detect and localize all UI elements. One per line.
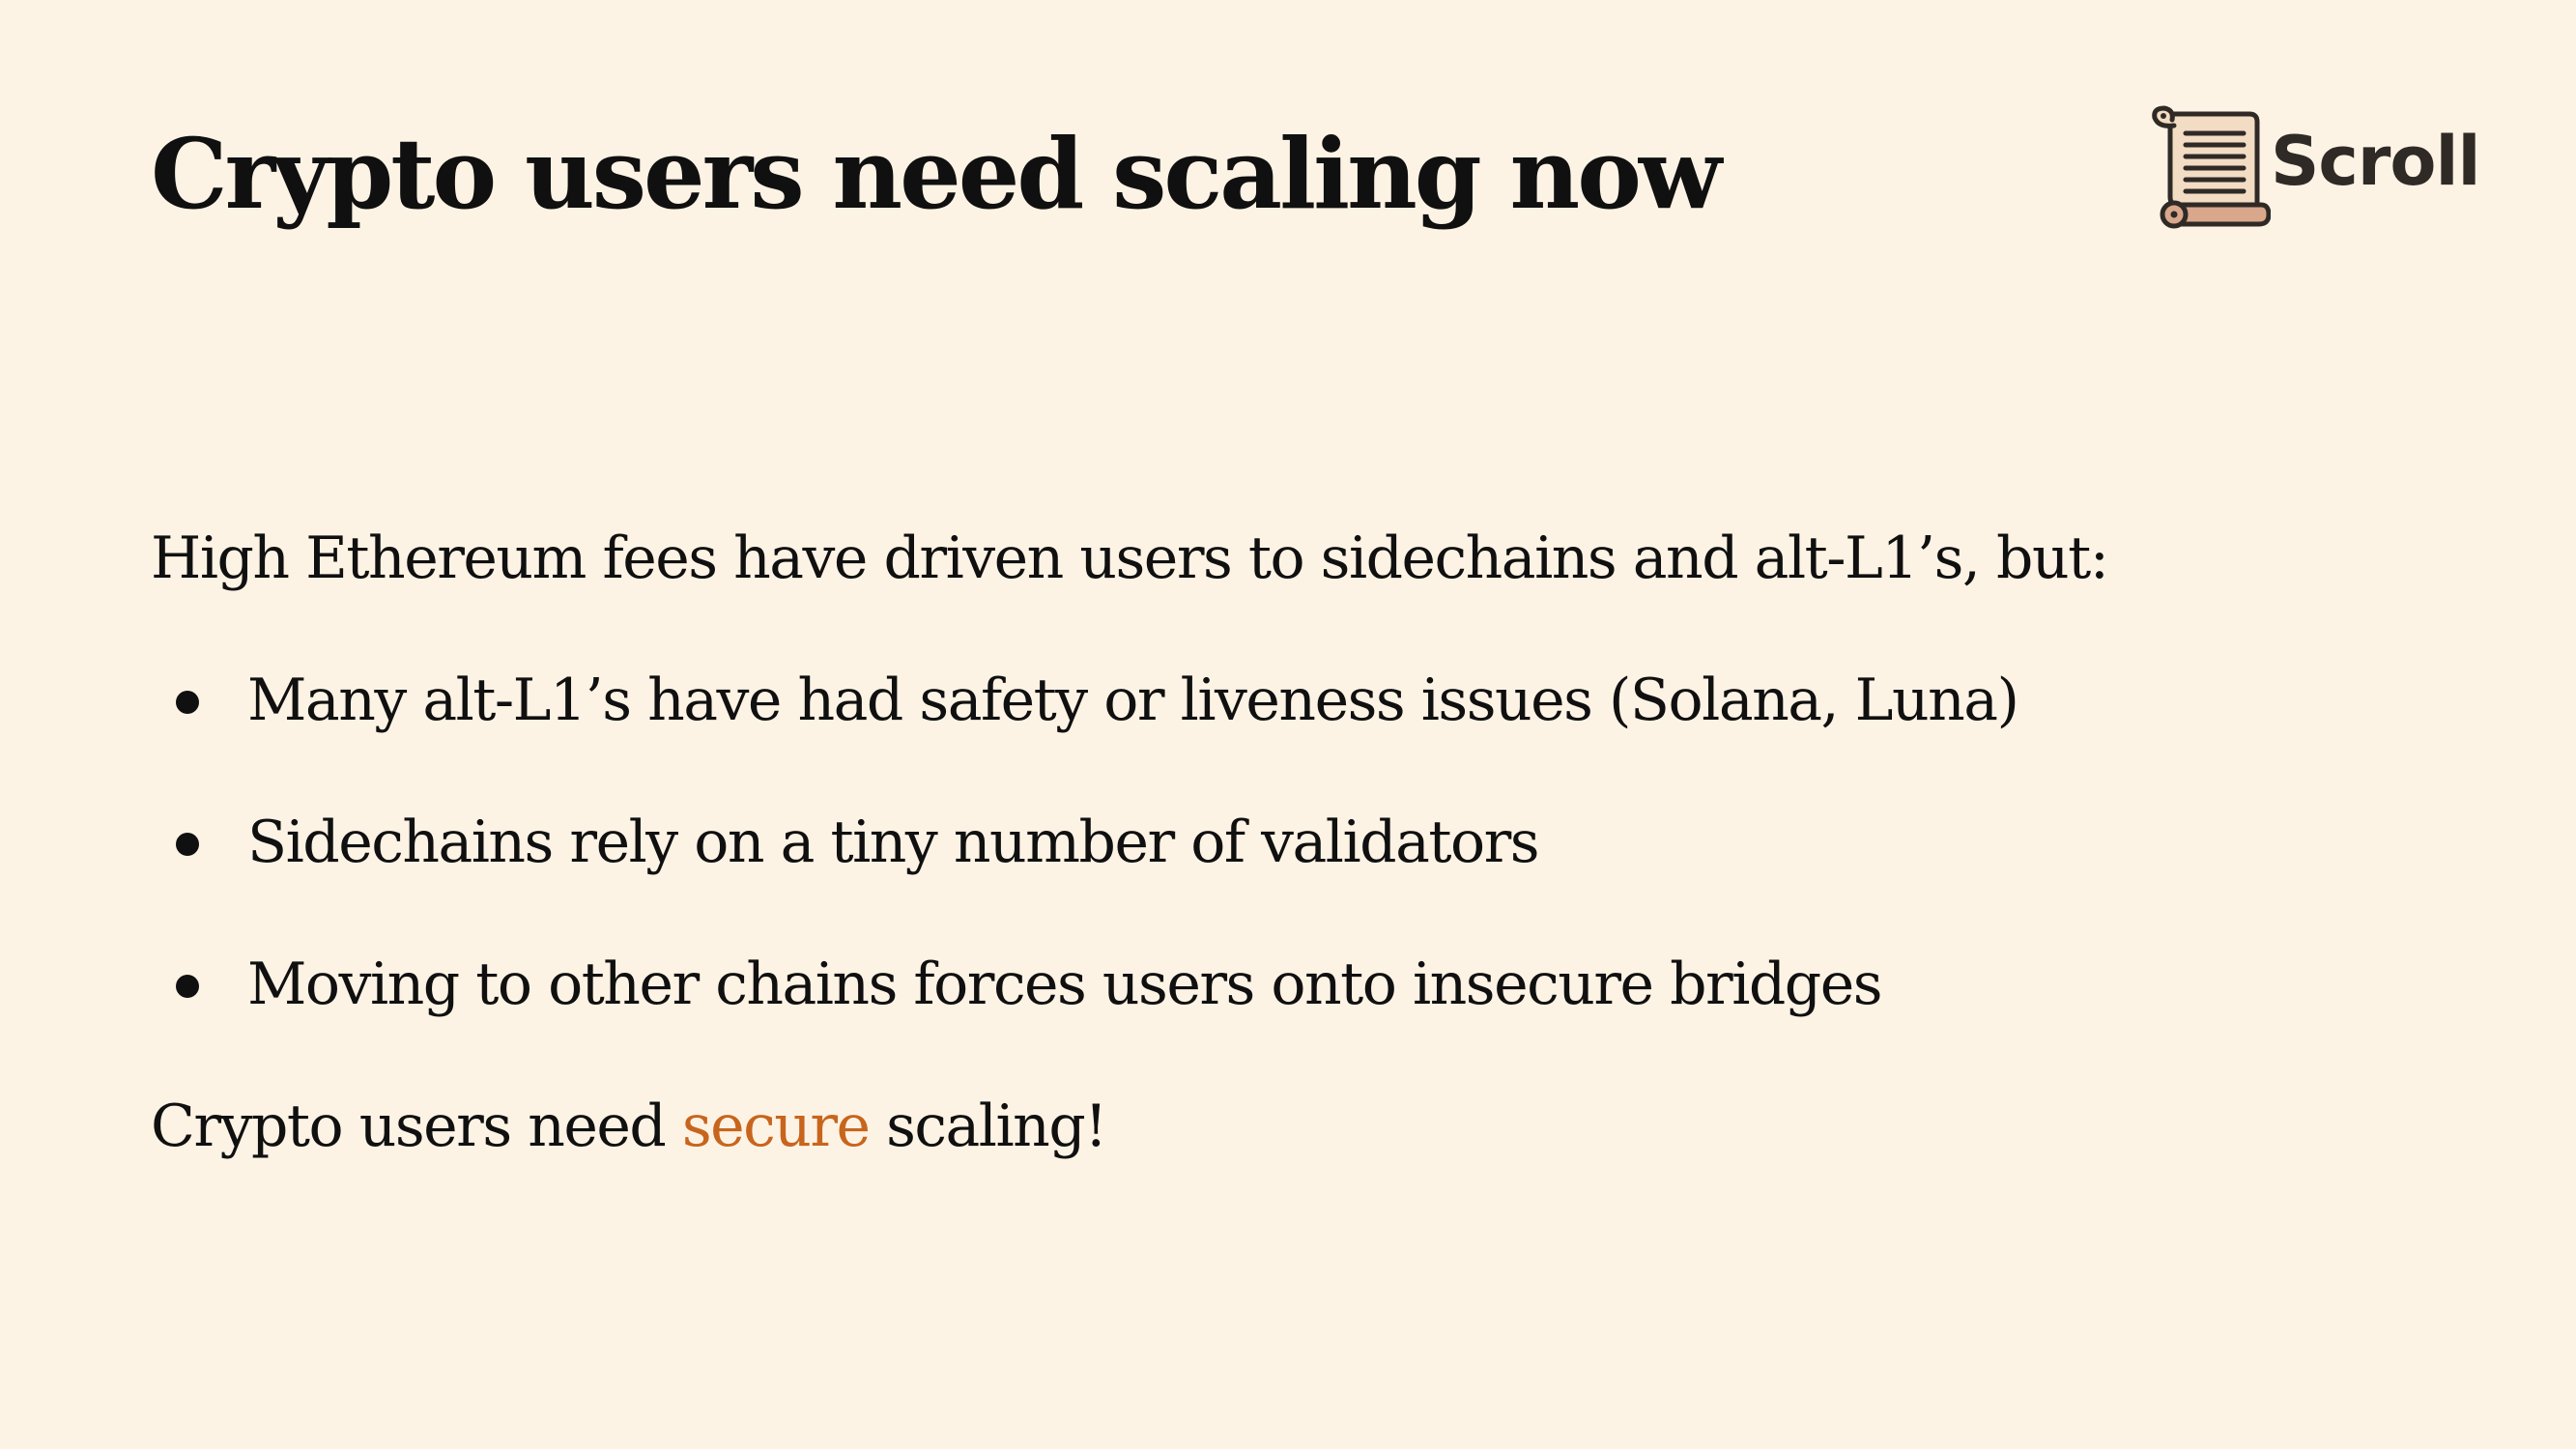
conclusion-text: Crypto users need secure scaling! [151,1080,2373,1173]
highlight-word: secure [681,1093,871,1160]
list-item-text: Moving to other chains forces users onto… [247,951,1883,1018]
conclusion-after: scaling! [869,1093,1107,1160]
scroll-icon [2152,105,2271,229]
logo-text: Scroll [2271,122,2481,201]
conclusion-before: Crypto users need [151,1093,682,1160]
bullet-list: Many alt-L1’s have had safety or livenes… [151,654,2373,1031]
bullet-icon [176,691,199,714]
list-item: Many alt-L1’s have had safety or livenes… [151,654,2373,747]
scroll-logo: Scroll [2145,104,2481,230]
list-item-text: Many alt-L1’s have had safety or livenes… [247,667,2019,734]
list-item-text: Sidechains rely on a tiny number of vali… [247,809,1540,876]
slide-content: High Ethereum fees have driven users to … [151,512,2373,1173]
list-item: Sidechains rely on a tiny number of vali… [151,796,2373,889]
bullet-icon [176,975,199,998]
slide-title: Crypto users need scaling now [151,117,1722,231]
bullet-icon [176,833,199,856]
intro-text: High Ethereum fees have driven users to … [151,525,2109,592]
list-item: Moving to other chains forces users onto… [151,938,2373,1031]
